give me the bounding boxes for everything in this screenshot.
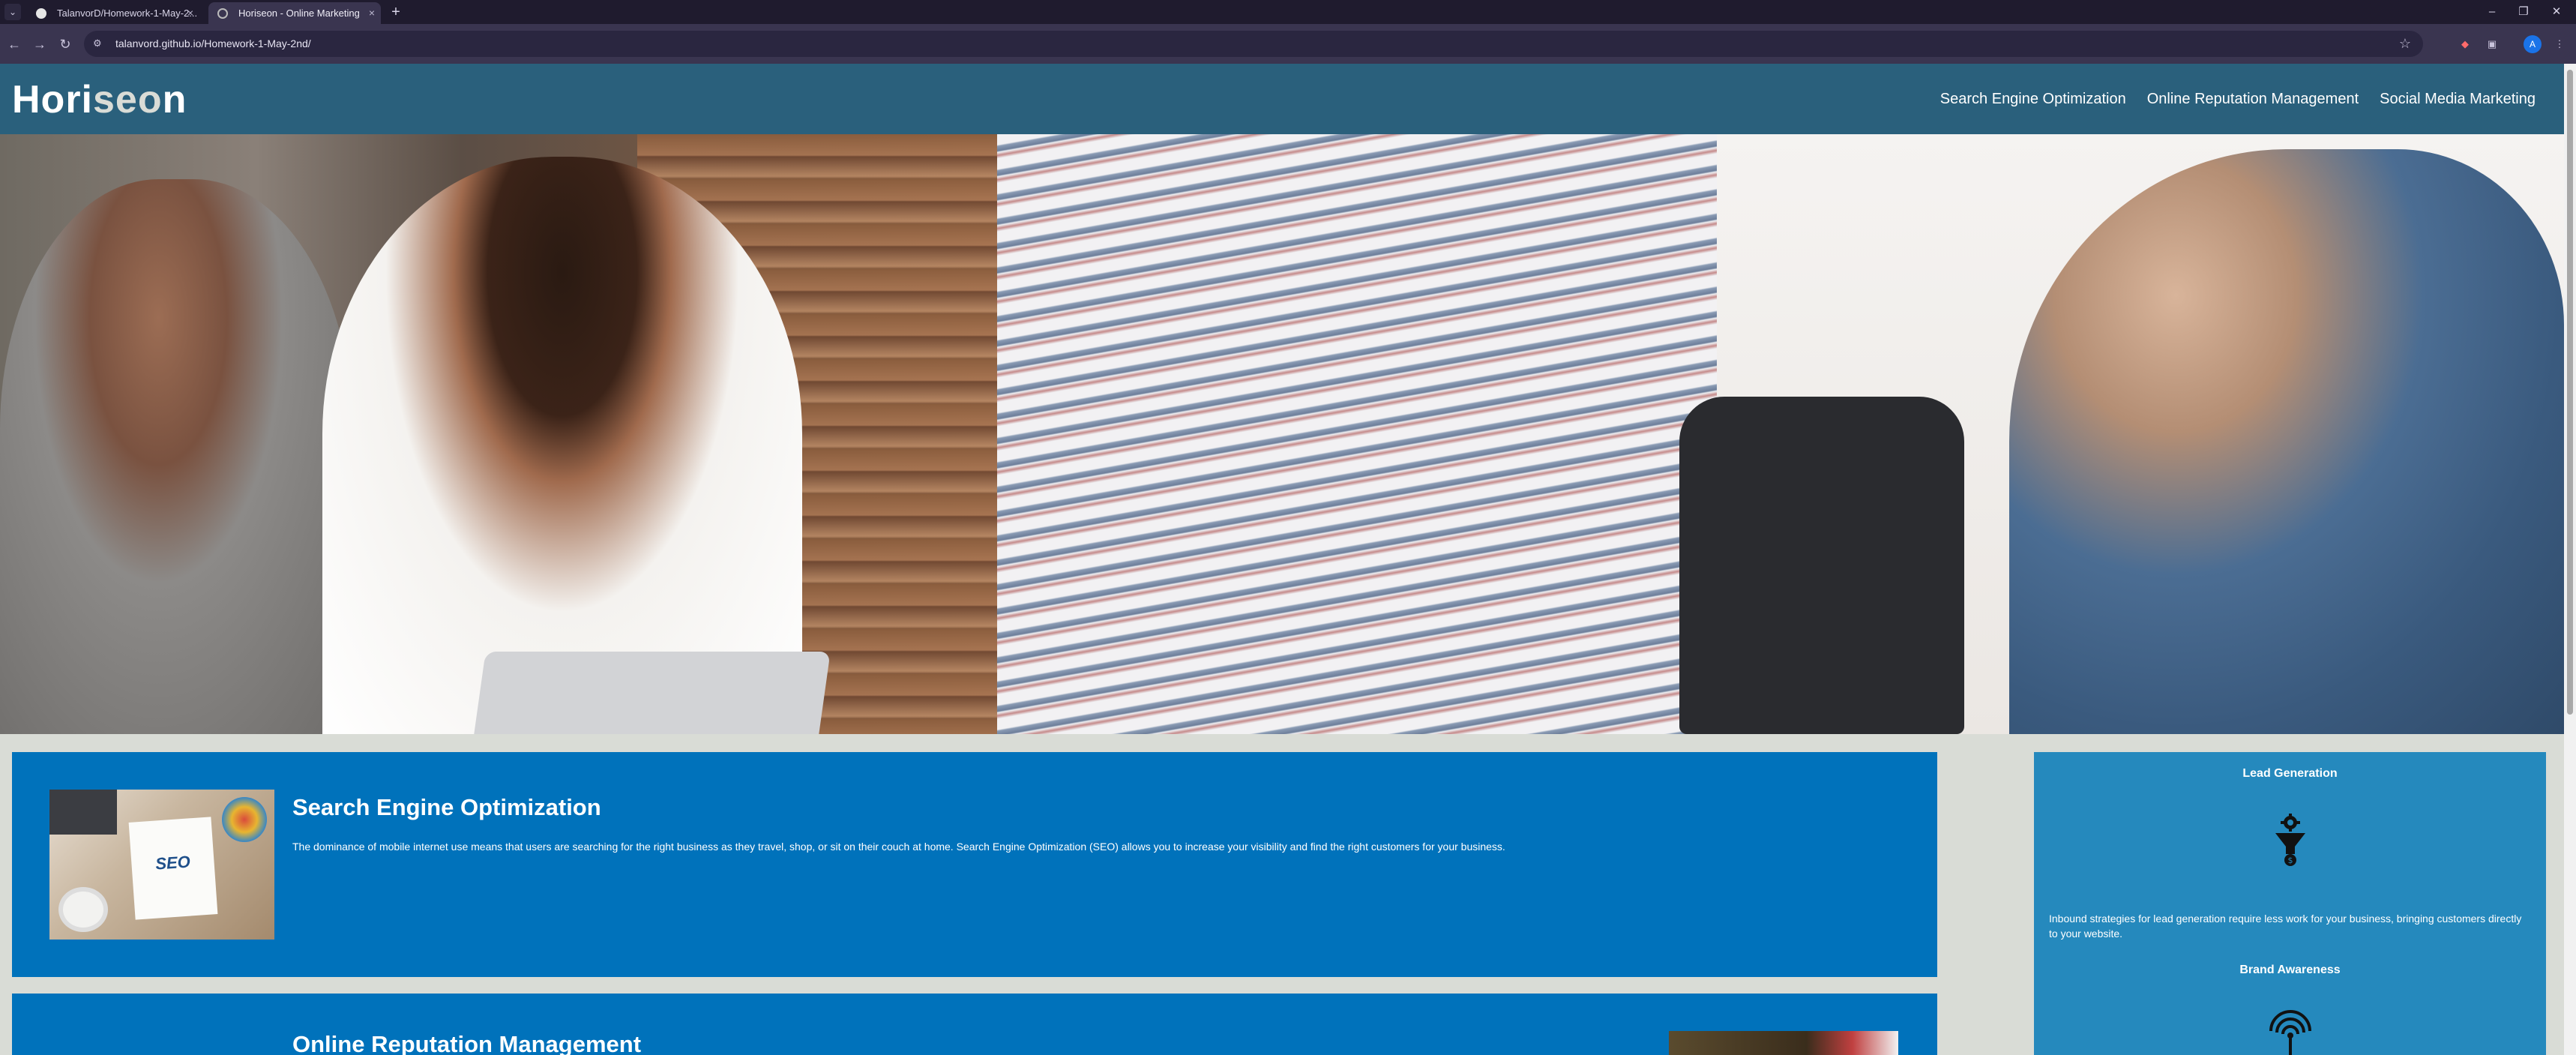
hero-image (0, 134, 2564, 734)
nav-link-smm[interactable]: Social Media Marketing (2380, 91, 2536, 108)
tab-search-button[interactable]: ⌄ (4, 4, 21, 20)
tab-horiseon[interactable]: Horiseon - Online Marketing × (208, 2, 381, 24)
browser-toolbar: ← → ↻ ⚙ talanvord.github.io/Homework-1-M… (0, 24, 2576, 64)
minimize-button[interactable]: – (2477, 3, 2507, 21)
section-title: Online Reputation Management (292, 1031, 642, 1055)
globe-icon (217, 8, 228, 19)
address-bar[interactable]: ⚙ talanvord.github.io/Homework-1-May-2nd… (84, 31, 2423, 57)
close-tab-icon[interactable]: × (369, 2, 375, 24)
benefits-sidebar: Lead Generation $ Inbound strategies for… (2034, 752, 2546, 1055)
orm-section: Online Reputation Management (12, 994, 1937, 1055)
svg-text:$: $ (2287, 856, 2293, 865)
back-button[interactable]: ← (4, 34, 24, 54)
scrollbar-thumb[interactable] (2567, 70, 2573, 715)
seo-image: SEO (49, 790, 274, 940)
nav-link-orm[interactable]: Online Reputation Management (2147, 91, 2359, 108)
benefit-lead-generation: Lead Generation $ (2034, 767, 2546, 871)
extensions-puzzle-icon[interactable]: ▣ (2483, 35, 2501, 53)
bookmark-star-icon[interactable]: ☆ (2399, 31, 2411, 57)
section-body: The dominance of mobile internet use mea… (292, 841, 1505, 853)
github-icon (36, 8, 46, 19)
site-info-icon[interactable]: ⚙ (93, 37, 105, 49)
forward-button[interactable]: → (30, 34, 49, 54)
page-scrollbar[interactable] (2564, 64, 2576, 1055)
section-title: Search Engine Optimization (292, 794, 601, 820)
profile-avatar[interactable]: A (2524, 35, 2542, 53)
orm-image (1669, 1031, 1898, 1055)
url-text: talanvord.github.io/Homework-1-May-2nd/ (115, 37, 311, 49)
site-header: Horiseon Search Engine Optimization Onli… (0, 64, 2564, 134)
webpage: Horiseon Search Engine Optimization Onli… (0, 64, 2564, 1055)
lead-generation-icon: $ (2275, 814, 2305, 866)
main-nav: Search Engine Optimization Online Reputa… (1940, 64, 2536, 134)
reload-button[interactable]: ↻ (55, 34, 75, 54)
browser-tabstrip: ⌄ TalanvorD/Homework-1-May-2... × Horise… (0, 0, 2576, 24)
seo-section: SEO Search Engine Optimization The domin… (12, 752, 1937, 977)
tab-github[interactable]: TalanvorD/Homework-1-May-2... × (27, 2, 199, 24)
brand-awareness-icon (2269, 1010, 2311, 1055)
site-logo: Horiseon (12, 78, 187, 121)
new-tab-button[interactable]: + (387, 3, 405, 21)
tab-title: TalanvorD/Homework-1-May-2... (57, 7, 198, 19)
close-tab-icon[interactable]: × (187, 2, 193, 24)
nav-link-seo[interactable]: Search Engine Optimization (1940, 91, 2126, 108)
benefit-title: Brand Awareness (2239, 964, 2341, 976)
tab-title: Horiseon - Online Marketing (238, 7, 360, 19)
extension-icon[interactable]: ◆ (2456, 35, 2474, 53)
restore-button[interactable]: ❐ (2509, 3, 2539, 21)
browser-menu-icon[interactable]: ⋮ (2551, 35, 2569, 53)
benefit-title: Lead Generation (2242, 767, 2338, 780)
close-window-button[interactable]: ✕ (2542, 3, 2572, 21)
benefit-text: Inbound strategies for lead generation r… (2049, 913, 2522, 940)
benefit-brand-awareness: Brand Awareness (2034, 964, 2546, 1055)
